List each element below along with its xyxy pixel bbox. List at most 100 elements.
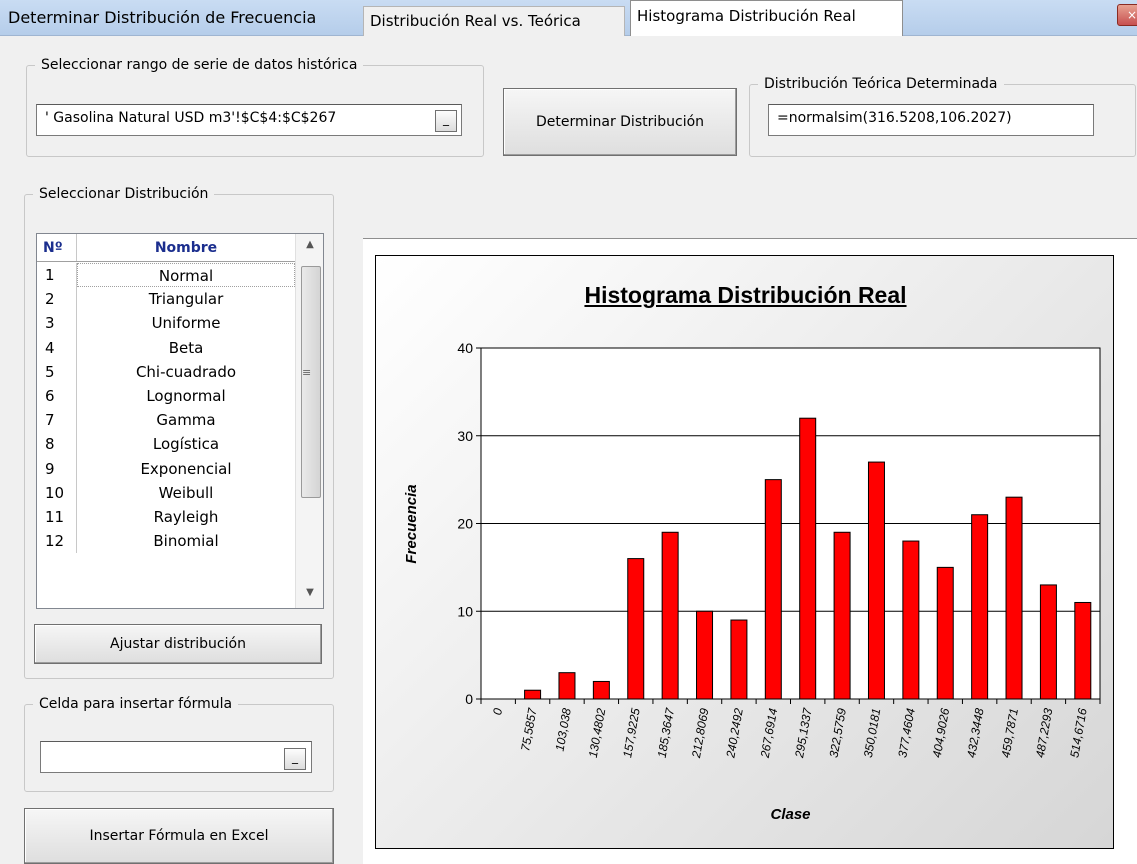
x-tick-label: 514,6716 [1067,707,1090,759]
list-item[interactable]: 9 Exponencial [37,456,295,481]
x-tick-label: 267,6914 [758,707,781,760]
x-tick-label: 295,1337 [792,706,815,760]
x-tick-label: 487,2293 [1033,707,1056,759]
bar [1005,496,1023,700]
distribution-list[interactable]: Nº Nombre 1 Normal 2 Triangular 3 Uniforme 4 Be… [36,233,324,609]
list-rows: 1 Normal 2 Triangular 3 Uniforme 4 Beta 5 Chi-cua… [37,263,295,554]
list-item[interactable]: 8 Logística [37,432,295,457]
list-item[interactable]: 5 Chi-cuadrado [37,359,295,384]
list-item-name: Binomial [153,532,219,551]
cell-group-legend: Celda para insertar fórmula [39,696,233,712]
list-item-name: Chi-cuadrado [135,362,237,381]
list-item[interactable]: 3 Uniforme [37,311,295,336]
y-axis-label: Frecuencia [403,484,420,563]
list-item-no: 7 [37,408,77,433]
y-tick-label: 30 [457,428,473,444]
range-ref-button[interactable]: _ [435,110,457,132]
list-item-no: 1 [37,263,77,288]
x-tick-label: 212,8069 [689,707,712,760]
list-item[interactable]: 2 Triangular [37,287,295,312]
x-tick-label: 404,9026 [930,707,953,759]
theoretical-group-legend: Distribución Teórica Determinada [764,76,998,92]
list-item[interactable]: 10 Weibull [37,480,295,505]
theoretical-distribution-field[interactable]: =normalsim(316.5208,106.2027) [768,104,1094,136]
bar [936,566,954,700]
list-item[interactable]: 12 Binomial [37,529,295,554]
x-tick-label: 240,2492 [723,707,746,760]
bar [696,610,714,700]
list-item-name: Uniforme [151,314,221,333]
list-item-name: Lognormal [146,386,226,405]
bar [971,514,989,700]
list-item-name: Beta [168,338,204,357]
window-title: Determinar Distribución de Frecuencia [8,8,317,27]
bar [558,672,576,700]
chart-area: Histograma Distribución Real 0 10 20 30 40 0 7… [375,255,1114,849]
close-icon: × [1126,8,1137,22]
list-item-no: 11 [37,504,77,530]
bar [833,531,851,700]
header-no: Nº [37,234,77,261]
x-tick-label: 322,5759 [827,707,850,759]
x-tick-label: 157,9225 [620,707,643,759]
list-scrollbar[interactable]: ▲ ≡ ▼ [295,234,323,608]
bar [764,479,782,700]
bar [799,417,817,700]
y-tick-label: 20 [457,516,473,532]
bar [730,619,748,700]
determine-distribution-button[interactable]: Determinar Distribución [503,88,737,156]
list-item-name: Exponencial [140,459,232,478]
list-item-name: Normal [77,263,295,288]
tab-histogram[interactable]: Histograma Distribución Real [630,0,903,36]
cell-ref-button[interactable]: _ [284,748,306,770]
list-item-no: 3 [37,311,77,336]
close-button[interactable]: × [1117,4,1137,26]
y-tick-label: 40 [457,340,473,356]
bar [661,531,679,700]
list-item-name: Gamma [156,411,216,430]
x-tick-label: 459,7871 [999,707,1021,759]
bar [627,558,645,700]
bar [902,540,920,700]
list-item[interactable]: 6 Lognormal [37,383,295,409]
adjust-distribution-button[interactable]: Ajustar distribución [34,624,322,664]
x-tick-label: 185,3647 [655,706,678,759]
distribution-group-legend: Seleccionar Distribución [39,186,209,202]
list-item-no: 8 [37,432,77,457]
list-item-no: 10 [37,480,77,505]
x-tick-label: 432,3448 [964,707,987,759]
y-tick-label: 0 [465,691,473,707]
bar [1074,601,1092,700]
cell-input[interactable] [40,741,312,773]
bar [592,680,610,700]
list-item-no: 12 [37,529,77,554]
list-item[interactable]: 7 Gamma [37,408,295,433]
list-item-name: Logística [152,435,220,454]
list-item-no: 2 [37,287,77,312]
list-item-no: 6 [37,383,77,409]
tab-real-vs-theoretical[interactable]: Distribución Real vs. Teórica [363,6,625,36]
scroll-down-icon[interactable]: ▼ [296,582,324,604]
insert-formula-button[interactable]: Insertar Fórmula en Excel [24,808,334,864]
range-input[interactable]: ' Gasolina Natural USD m3'!$C$4:$C$267 [36,104,462,136]
list-item-name: Weibull [158,483,214,502]
list-item-no: 4 [37,335,77,360]
scroll-thumb[interactable] [301,266,321,498]
scroll-up-icon[interactable]: ▲ [296,234,324,256]
x-tick-label: 103,038 [553,707,574,752]
x-tick-label: 130,4802 [586,707,609,759]
list-item[interactable]: 11 Rayleigh [37,504,295,530]
list-item-name: Triangular [148,290,224,309]
y-tick-label: 10 [457,603,473,619]
list-item[interactable]: 4 Beta [37,335,295,360]
range-group-legend: Seleccionar rango de serie de datos hist… [41,57,358,73]
x-tick-label: 377,4604 [895,707,918,759]
histogram-chart: 0 10 20 30 40 0 75,5857 103,038 130,4802 157,9225… [403,340,1101,823]
x-tick-label: 350,0181 [861,707,883,759]
list-header: Nº Nombre [37,234,295,262]
bar [1039,584,1057,700]
x-tick-label: 0 [490,707,505,716]
header-name: Nombre [154,240,218,256]
bar [524,689,542,700]
list-item[interactable]: 1 Normal [37,263,295,288]
